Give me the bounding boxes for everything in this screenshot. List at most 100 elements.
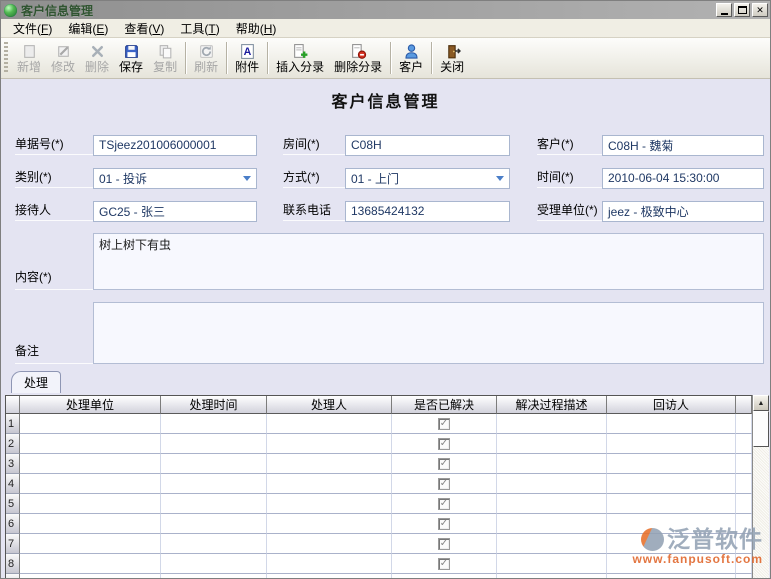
- delete-entry-button[interactable]: 删除分录: [329, 39, 387, 77]
- customer-button[interactable]: 客户: [394, 39, 428, 77]
- grid-cell[interactable]: [497, 554, 607, 574]
- grid-cell[interactable]: [497, 494, 607, 514]
- dropdown-arrow-icon[interactable]: [496, 176, 504, 181]
- grid-cell[interactable]: [161, 534, 267, 554]
- receptionist-field[interactable]: GC25 - 张三: [93, 201, 257, 222]
- grid-cell[interactable]: [392, 454, 497, 474]
- toolbar-grip-handle[interactable]: [4, 42, 8, 74]
- grid-cell[interactable]: [20, 534, 161, 554]
- grid-cell[interactable]: [161, 554, 267, 574]
- grid-cell[interactable]: [497, 514, 607, 534]
- grid-cell[interactable]: [267, 514, 392, 534]
- category-combo[interactable]: 01 - 投诉: [93, 168, 257, 189]
- row-number-cell[interactable]: 5: [6, 494, 20, 514]
- grid-cell[interactable]: [20, 454, 161, 474]
- grid-cell[interactable]: [267, 414, 392, 434]
- grid-cell[interactable]: [20, 474, 161, 494]
- grid-cell[interactable]: [392, 474, 497, 494]
- column-header-1[interactable]: 处理单位: [20, 396, 161, 414]
- grid-cell[interactable]: [607, 434, 736, 454]
- grid-cell[interactable]: [607, 494, 736, 514]
- insert-entry-button[interactable]: 插入分录: [271, 39, 329, 77]
- grid-cell[interactable]: [607, 514, 736, 534]
- grid-cell[interactable]: [161, 454, 267, 474]
- resolved-checkbox[interactable]: [438, 558, 450, 570]
- close-button[interactable]: 关闭: [435, 39, 469, 77]
- grid-cell[interactable]: [20, 494, 161, 514]
- grid-cell[interactable]: [161, 514, 267, 534]
- grid-cell[interactable]: [161, 434, 267, 454]
- vertical-scrollbar[interactable]: ▲: [752, 395, 769, 578]
- scrollbar-thumb[interactable]: [753, 411, 769, 447]
- grid-cell[interactable]: [20, 434, 161, 454]
- column-header-3[interactable]: 处理人: [267, 396, 392, 414]
- customer-field[interactable]: C08H - 魏菊: [602, 135, 764, 156]
- grid-cell[interactable]: [607, 474, 736, 494]
- grid-cell[interactable]: [392, 434, 497, 454]
- menu-item-tools[interactable]: 工具(T): [172, 18, 227, 39]
- grid-cell[interactable]: [497, 534, 607, 554]
- row-number-cell[interactable]: 7: [6, 534, 20, 554]
- doc-number-field[interactable]: TSjeez201006000001: [93, 135, 257, 156]
- grid-cell[interactable]: [607, 454, 736, 474]
- column-header-5[interactable]: 解决过程描述: [497, 396, 607, 414]
- tab-processing[interactable]: 处理: [11, 371, 61, 393]
- time-field[interactable]: 2010-06-04 15:30:00: [602, 168, 764, 189]
- resolved-checkbox[interactable]: [438, 518, 450, 530]
- grid-cell[interactable]: [267, 554, 392, 574]
- row-number-cell[interactable]: 8: [6, 554, 20, 574]
- grid-cell[interactable]: [392, 514, 497, 534]
- grid-cell[interactable]: [497, 574, 607, 578]
- row-number-cell[interactable]: 3: [6, 454, 20, 474]
- row-number-cell[interactable]: 2: [6, 434, 20, 454]
- grid-cell[interactable]: [161, 494, 267, 514]
- grid-cell[interactable]: [267, 474, 392, 494]
- grid-cell[interactable]: [392, 494, 497, 514]
- phone-field[interactable]: 13685424132: [345, 201, 510, 222]
- maximize-button[interactable]: [734, 3, 750, 17]
- grid-cell[interactable]: [392, 554, 497, 574]
- grid-cell[interactable]: [607, 534, 736, 554]
- grid-cell[interactable]: [267, 574, 392, 578]
- grid-cell[interactable]: [607, 574, 736, 578]
- menu-item-view[interactable]: 查看(V): [116, 18, 172, 39]
- method-combo[interactable]: 01 - 上门: [345, 168, 510, 189]
- close-window-button[interactable]: ✕: [752, 3, 768, 17]
- row-number-cell[interactable]: 1: [6, 414, 20, 434]
- resolved-checkbox[interactable]: [438, 438, 450, 450]
- resolved-checkbox[interactable]: [438, 458, 450, 470]
- column-header-4[interactable]: 是否已解决: [392, 396, 497, 414]
- room-field[interactable]: C08H: [345, 135, 510, 156]
- grid-cell[interactable]: [161, 414, 267, 434]
- attachment-button[interactable]: A附件: [230, 39, 264, 77]
- row-number-cell[interactable]: 6: [6, 514, 20, 534]
- resolved-checkbox[interactable]: [438, 498, 450, 510]
- grid-cell[interactable]: [392, 534, 497, 554]
- grid-cell[interactable]: [267, 454, 392, 474]
- grid-cell[interactable]: [497, 414, 607, 434]
- column-header-2[interactable]: 处理时间: [161, 396, 267, 414]
- grid-cell[interactable]: [161, 474, 267, 494]
- menu-item-file[interactable]: 文件(F): [5, 18, 60, 39]
- save-button[interactable]: 保存: [114, 39, 148, 77]
- grid-cell[interactable]: [161, 574, 267, 578]
- grid-cell[interactable]: [20, 414, 161, 434]
- resolved-checkbox[interactable]: [438, 478, 450, 490]
- resolved-checkbox[interactable]: [438, 538, 450, 550]
- grid-cell[interactable]: [392, 414, 497, 434]
- grid-cell[interactable]: [267, 434, 392, 454]
- grid-cell[interactable]: [392, 574, 497, 578]
- dropdown-arrow-icon[interactable]: [243, 176, 251, 181]
- menu-item-edit[interactable]: 编辑(E): [60, 18, 116, 39]
- row-number-cell[interactable]: 4: [6, 474, 20, 494]
- grid-cell[interactable]: [607, 554, 736, 574]
- grid-cell[interactable]: [267, 534, 392, 554]
- grid-cell[interactable]: [497, 454, 607, 474]
- scroll-up-button[interactable]: ▲: [753, 395, 769, 411]
- content-textarea[interactable]: 树上树下有虫: [93, 233, 764, 290]
- grid-cell[interactable]: [20, 514, 161, 534]
- grid-cell[interactable]: [267, 494, 392, 514]
- column-header-6[interactable]: 回访人: [607, 396, 736, 414]
- grid-cell[interactable]: [607, 414, 736, 434]
- grid-cell[interactable]: [20, 554, 161, 574]
